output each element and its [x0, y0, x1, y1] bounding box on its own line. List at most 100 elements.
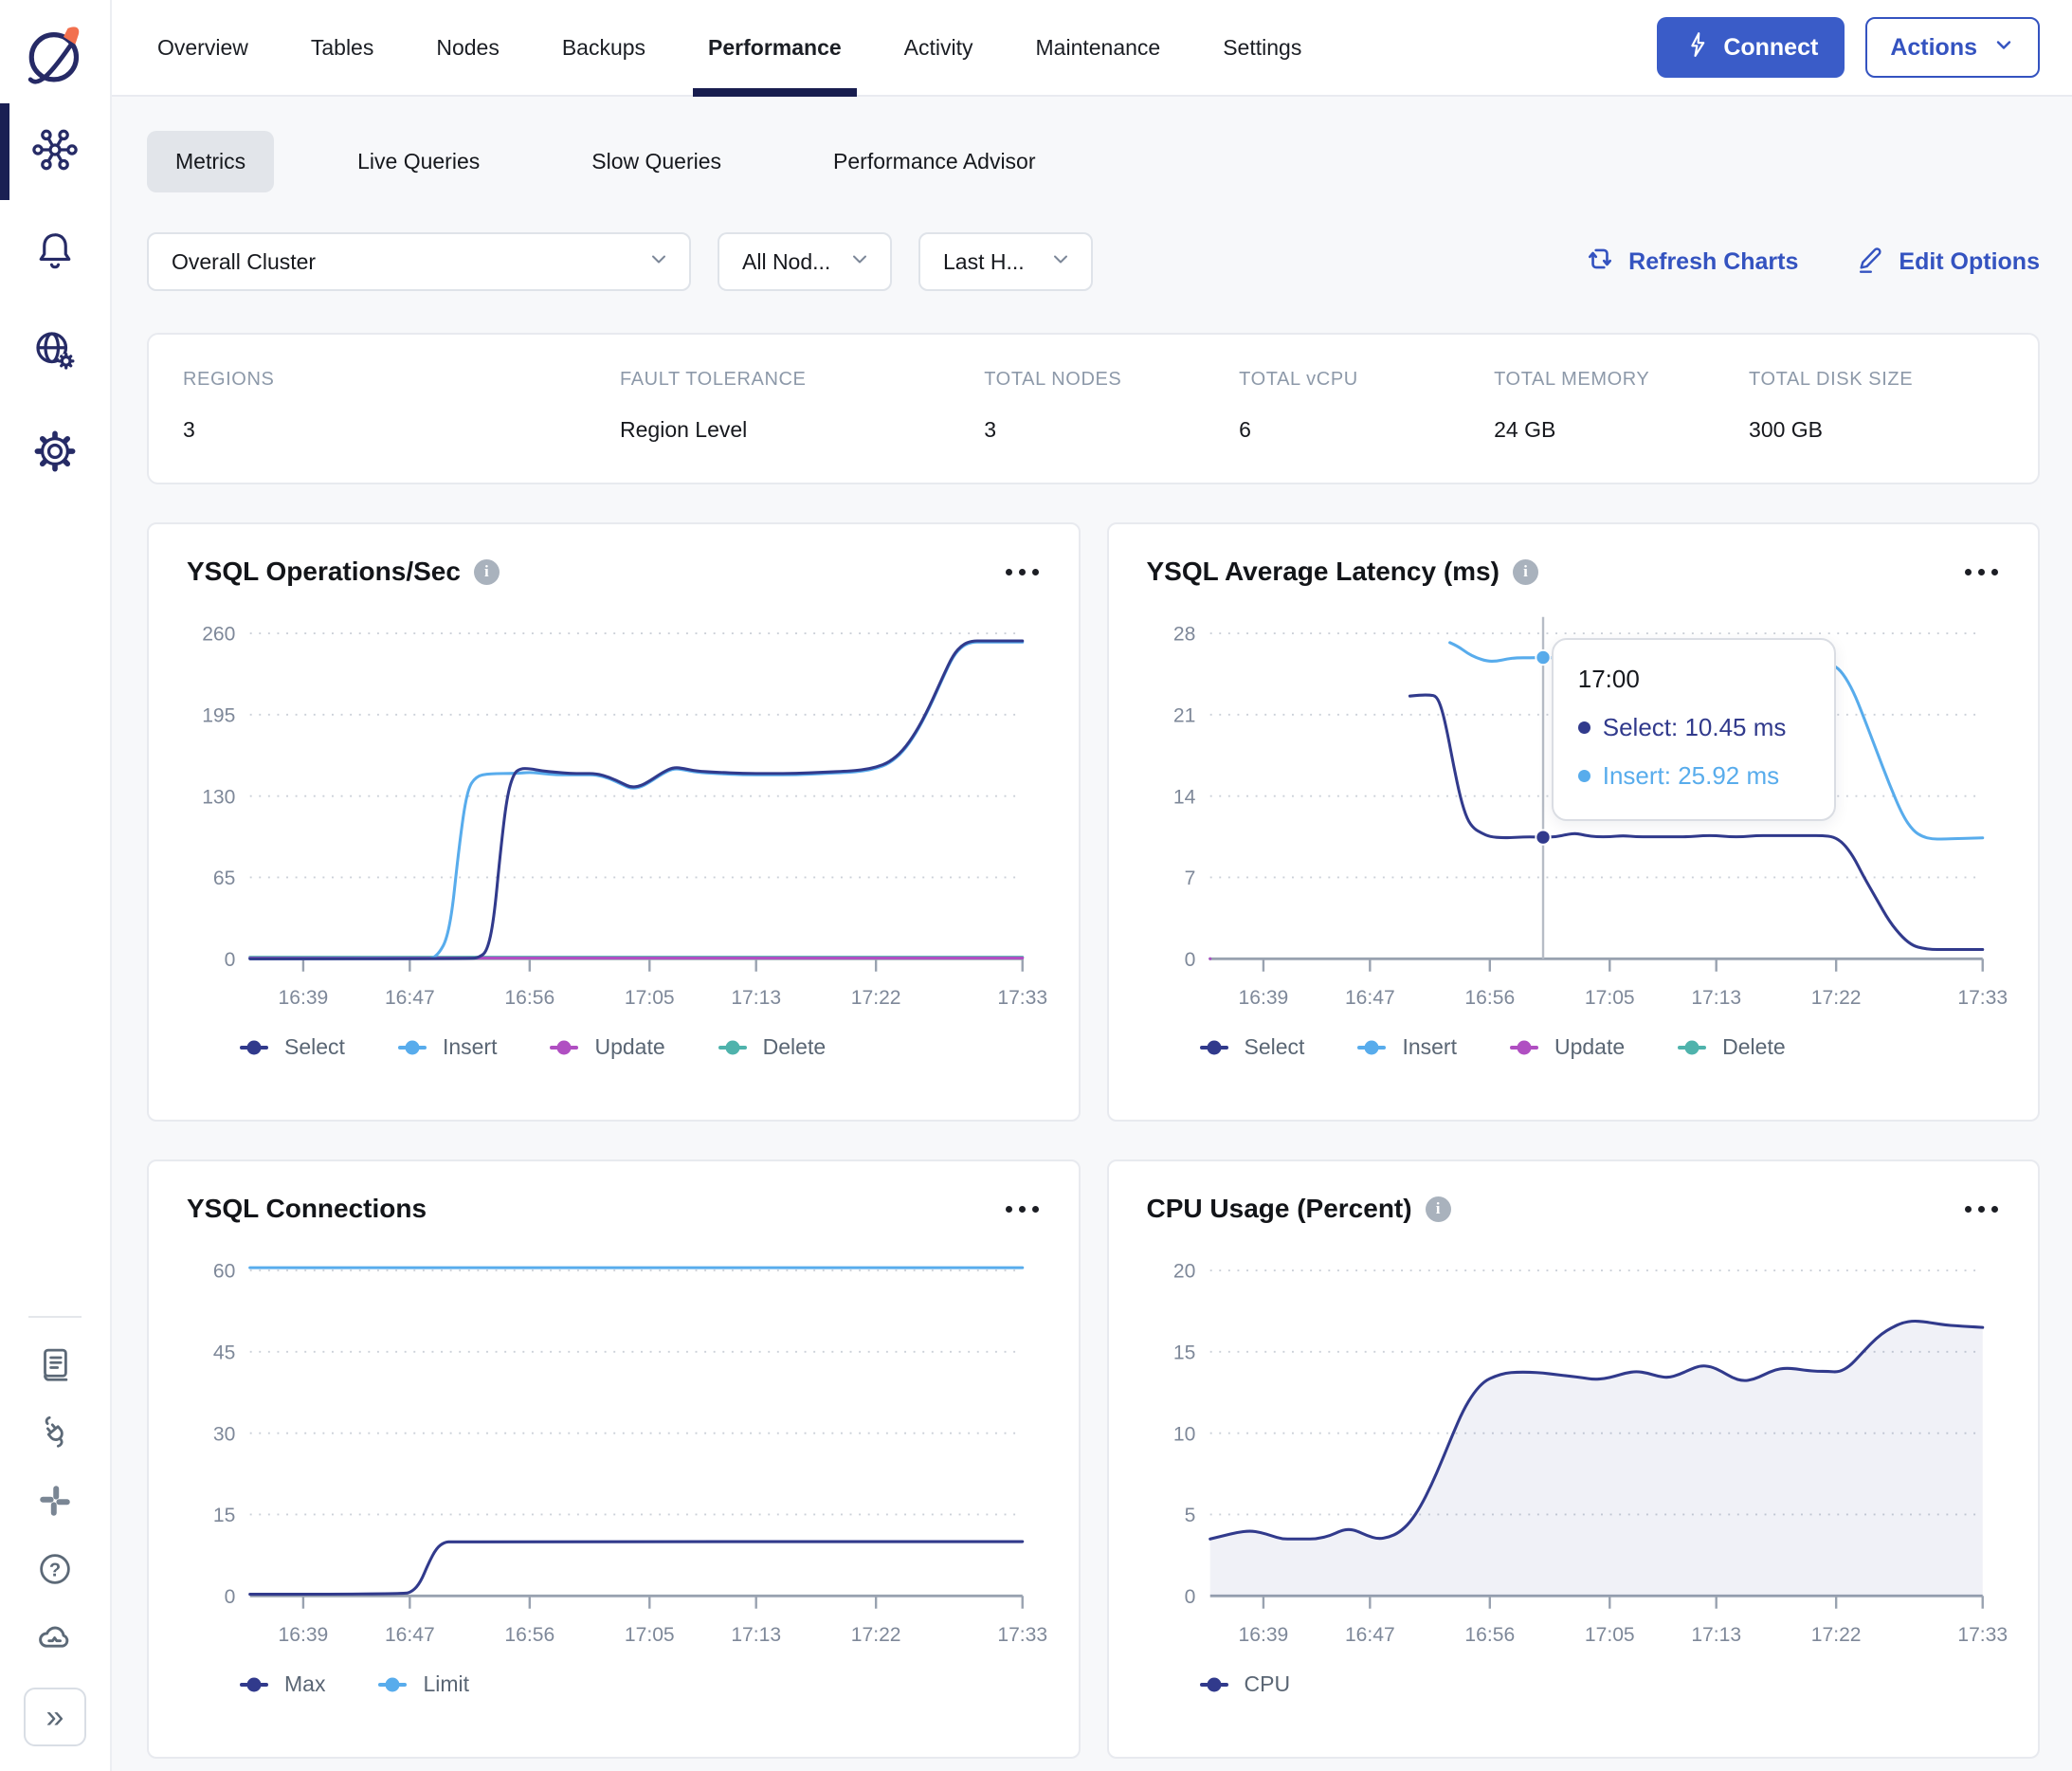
chart-svg: 0 5 10 15 20 16:39 16:47 16:56 17:05 17:13 17:22 17… [1172, 1261, 2007, 1647]
refresh-icon [1585, 244, 1615, 281]
chart-plot-area: 0 7 14 21 28 16:39 16:47 16:56 17:05 17:13 17:22 17… [1137, 591, 2010, 1031]
tab-maintenance[interactable]: Maintenance [1036, 0, 1161, 95]
svg-text:5: 5 [1184, 1505, 1195, 1526]
svg-text:16:47: 16:47 [385, 1624, 435, 1646]
sidebar-item-settings[interactable] [0, 403, 110, 503]
chart-menu-button[interactable] [1000, 1200, 1045, 1218]
sidebar-item-network[interactable] [0, 302, 110, 403]
svg-text:65: 65 [213, 867, 235, 889]
tab-overview[interactable]: Overview [157, 0, 248, 95]
cluster-scope-select[interactable]: Overall Cluster [147, 232, 691, 291]
tab-settings[interactable]: Settings [1223, 0, 1301, 95]
stat-total-disk-size: TOTAL DISK SIZE 300 GB [1749, 369, 2004, 443]
sidebar-expand-button[interactable]: » [24, 1688, 86, 1746]
sidebar-divider [28, 1316, 82, 1318]
tab-performance[interactable]: Performance [693, 0, 857, 97]
legend-item-insert[interactable]: Insert [397, 1034, 497, 1060]
info-icon[interactable]: i [473, 558, 500, 585]
sidebar-item-clusters[interactable] [0, 101, 110, 202]
legend-label: Insert [1402, 1034, 1457, 1059]
svg-text:30: 30 [213, 1423, 235, 1445]
stat-fault-tolerance: FAULT TOLERANCE Region Level [620, 369, 984, 443]
svg-text:0: 0 [1184, 1586, 1195, 1608]
legend-item-insert[interactable]: Insert [1357, 1034, 1457, 1060]
svg-text:16:47: 16:47 [1344, 987, 1394, 1009]
sidebar-item-alerts[interactable] [0, 202, 110, 302]
legend-item-max[interactable]: Max [240, 1671, 325, 1697]
sidebar-bottom-group: ? » [24, 1337, 86, 1771]
main-area: Overview Tables Nodes Backups Performance Act… [112, 0, 2072, 1771]
legend-marker [1678, 1045, 1707, 1050]
stat-total-nodes: TOTAL NODES 3 [984, 369, 1239, 443]
subtab-metrics[interactable]: Metrics [147, 131, 275, 192]
tab-backups[interactable]: Backups [562, 0, 645, 95]
legend-marker [378, 1682, 408, 1687]
legend-item-select[interactable]: Select [240, 1034, 345, 1060]
chart-title: YSQL Operations/Sec [187, 557, 461, 586]
performance-subtabs: Metrics Live Queries Slow Queries Performan… [147, 131, 2040, 192]
cluster-scope-value: Overall Cluster [172, 248, 317, 274]
subtab-performance-advisor[interactable]: Performance Advisor [805, 131, 1063, 192]
info-icon[interactable]: i [1512, 558, 1538, 585]
tab-activity[interactable]: Activity [904, 0, 973, 95]
svg-text:17:22: 17:22 [851, 1624, 901, 1646]
svg-text:16:47: 16:47 [385, 987, 435, 1009]
tooltip-row: Insert: 25.92 ms [1577, 761, 1809, 791]
svg-text:16:56: 16:56 [504, 1624, 554, 1646]
help-icon[interactable]: ? [25, 1542, 85, 1597]
yugabyte-logo[interactable] [21, 0, 89, 101]
svg-text:17:33: 17:33 [997, 987, 1047, 1009]
svg-text:14: 14 [1172, 786, 1195, 808]
tooltip-value: Insert: 25.92 ms [1602, 761, 1780, 790]
legend-item-update[interactable]: Update [1509, 1034, 1625, 1060]
connect-button[interactable]: Connect [1657, 17, 1845, 78]
svg-text:16:39: 16:39 [1238, 987, 1288, 1009]
sidebar: ? » [0, 0, 112, 1771]
legend-item-cpu[interactable]: CPU [1199, 1671, 1290, 1697]
tooltip-bullet [1577, 770, 1590, 782]
svg-text:130: 130 [202, 786, 235, 808]
cloud-status-icon[interactable] [25, 1610, 85, 1665]
chart-card-ysql-connections: YSQL Connections i 0 15 30 45 60 16:39 16:47 16… [147, 1159, 1081, 1759]
chart-menu-button[interactable] [1000, 563, 1045, 581]
stat-value: Region Level [620, 417, 748, 442]
legend-marker [240, 1045, 268, 1050]
time-range-select[interactable]: Last H... [918, 232, 1093, 291]
legend-item-limit[interactable]: Limit [378, 1671, 469, 1697]
svg-text:28: 28 [1172, 624, 1194, 646]
subtab-live-queries[interactable]: Live Queries [329, 131, 508, 192]
svg-text:16:56: 16:56 [1464, 987, 1515, 1009]
chart-svg: 0 15 30 45 60 16:39 16:47 16:56 17:05 17:13 17:22 1… [213, 1261, 1047, 1647]
svg-text:7: 7 [1184, 867, 1195, 889]
legend-marker [1357, 1045, 1387, 1050]
tab-nodes[interactable]: Nodes [436, 0, 499, 95]
tooltip-rows: Select: 10.45 ms Insert: 25.92 ms [1577, 713, 1809, 791]
stat-value: 3 [984, 417, 997, 442]
legend-item-update[interactable]: Update [550, 1034, 665, 1060]
tooltip-row: Select: 10.45 ms [1577, 713, 1809, 742]
chart-plot-area: 0 15 30 45 60 16:39 16:47 16:56 17:05 17:13 17:22 1… [177, 1228, 1050, 1668]
nodes-select[interactable]: All Nod... [718, 232, 892, 291]
subtab-slow-queries[interactable]: Slow Queries [563, 131, 750, 192]
actions-button[interactable]: Actions [1865, 17, 2040, 78]
legend-marker [718, 1045, 747, 1050]
refresh-charts-link[interactable]: Refresh Charts [1585, 244, 1798, 281]
legend-label: Delete [762, 1034, 827, 1059]
legend-item-select[interactable]: Select [1199, 1034, 1304, 1060]
integrations-plug-icon[interactable] [25, 1405, 85, 1460]
stat-value: 6 [1239, 417, 1251, 442]
legend-marker [1199, 1682, 1228, 1687]
chart-header: YSQL Connections i [177, 1188, 1050, 1224]
tab-tables[interactable]: Tables [311, 0, 373, 95]
chart-menu-button[interactable] [1959, 1200, 2004, 1218]
info-icon[interactable]: i [1425, 1196, 1451, 1222]
docs-book-icon[interactable] [25, 1337, 85, 1392]
svg-text:16:56: 16:56 [504, 987, 554, 1009]
legend-item-delete[interactable]: Delete [1678, 1034, 1786, 1060]
stat-label: TOTAL NODES [984, 369, 1122, 390]
svg-text:16:56: 16:56 [1464, 1624, 1515, 1646]
slack-icon[interactable] [25, 1473, 85, 1528]
legend-item-delete[interactable]: Delete [718, 1034, 826, 1060]
chart-menu-button[interactable] [1959, 563, 2004, 581]
edit-options-link[interactable]: Edit Options [1855, 244, 2040, 281]
